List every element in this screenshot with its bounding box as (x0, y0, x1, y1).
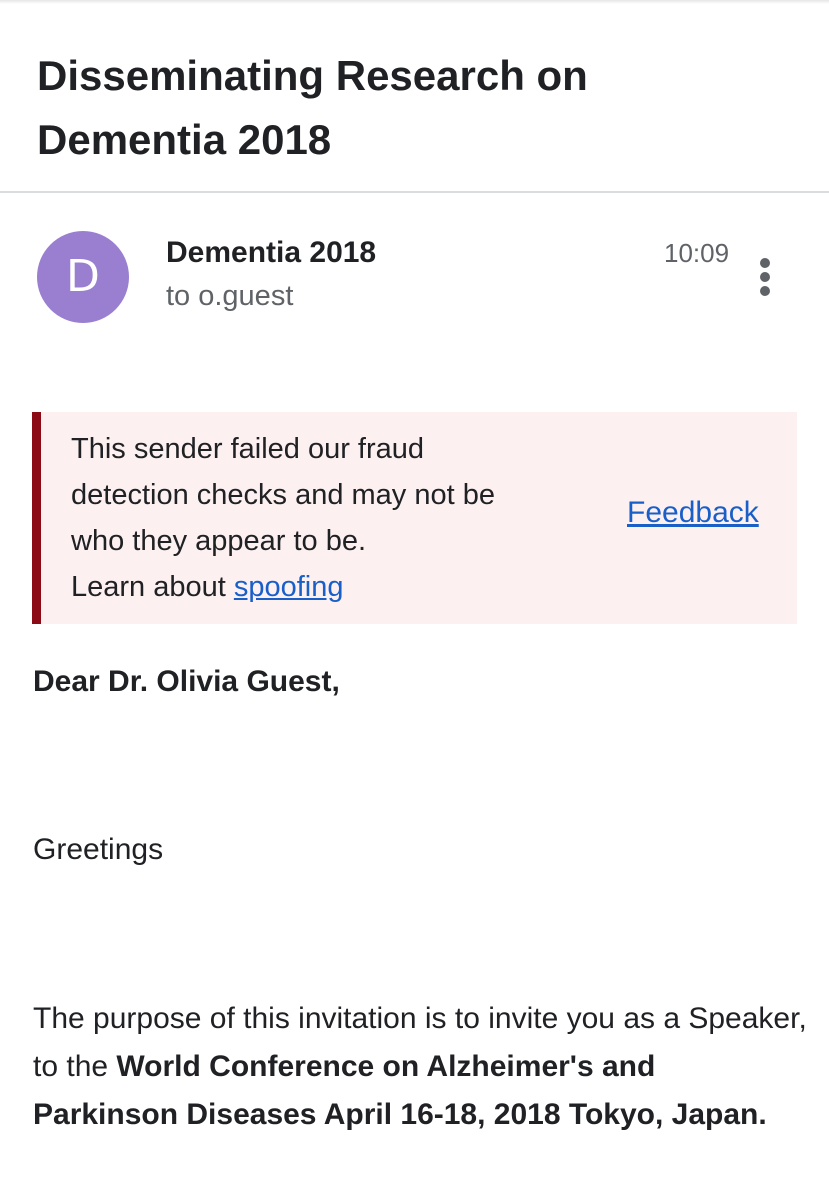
conference-name: World Conference on Alzheimer's and Park… (33, 1050, 767, 1131)
more-dot (760, 286, 770, 296)
message-time: 10:09 (664, 238, 730, 268)
email-paragraph: The purpose of this invitation is to inv… (33, 995, 808, 1139)
more-options-icon[interactable] (748, 252, 782, 302)
spoofing-link[interactable]: spoofing (234, 571, 344, 603)
email-subject: Disseminating Research on Dementia 2018 (37, 52, 588, 163)
recipient-line[interactable]: to o.guest (166, 280, 293, 313)
more-dot (760, 258, 770, 268)
feedback-link[interactable]: Feedback (627, 496, 759, 530)
warning-text: This sender failed our fraud detection c… (71, 433, 495, 557)
sender-avatar[interactable]: D (37, 231, 129, 323)
spoofing-warning-banner: This sender failed our fraud detection c… (32, 412, 797, 624)
email-salutation: Dear Dr. Olivia Guest, (33, 665, 340, 698)
header-divider (0, 191, 829, 193)
email-view: Disseminating Research on Dementia 2018 … (0, 0, 829, 1200)
more-dot (760, 272, 770, 282)
warning-message: This sender failed our fraud detection c… (71, 426, 541, 610)
top-edge-shadow (0, 0, 829, 4)
sender-name[interactable]: Dementia 2018 (166, 236, 376, 270)
email-greeting: Greetings (33, 833, 164, 866)
learn-about-text: Learn about (71, 571, 234, 603)
